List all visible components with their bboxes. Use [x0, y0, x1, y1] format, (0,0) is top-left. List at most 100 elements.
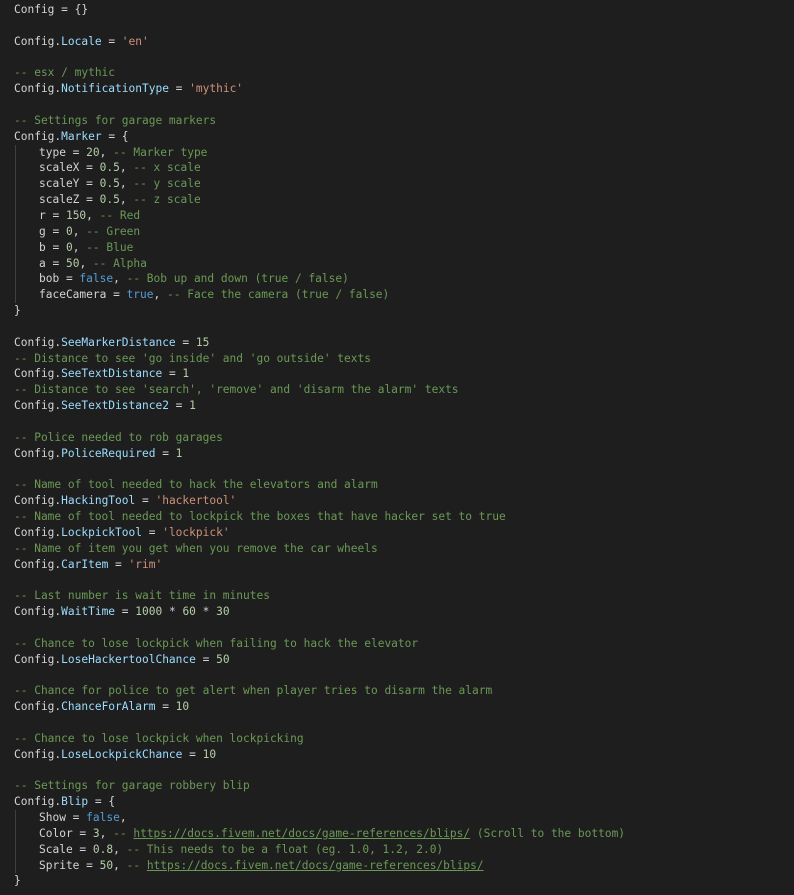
code-editor[interactable]: Config = {} Config.Locale = 'en' -- esx …: [0, 0, 794, 895]
code-line[interactable]: r = 150, -- Red: [14, 207, 794, 224]
code-line[interactable]: }: [14, 873, 794, 889]
code-line[interactable]: -- Chance for police to get alert when p…: [14, 683, 794, 699]
code-line[interactable]: Config.SeeTextDistance = 1: [14, 366, 794, 382]
code-token: -- Settings for garage robbery blip: [14, 779, 250, 793]
code-token: =: [168, 399, 190, 413]
code-line[interactable]: [14, 18, 794, 34]
code-token: Config.: [14, 525, 62, 539]
indent-guide: [15, 239, 16, 256]
code-token: 10: [202, 747, 217, 761]
code-line[interactable]: Config.HackingTool = 'hackertool': [14, 493, 794, 509]
code-line[interactable]: faceCamera = true, -- Face the camera (t…: [14, 287, 794, 304]
code-line[interactable]: [14, 572, 794, 588]
code-line[interactable]: Config.NotificationType = 'mythic': [14, 81, 794, 97]
code-line[interactable]: [14, 97, 794, 113]
code-line[interactable]: [14, 319, 794, 335]
code-line[interactable]: scaleY = 0.5, -- y scale: [14, 176, 794, 193]
code-line[interactable]: -- Name of tool needed to hack the eleva…: [14, 477, 794, 493]
code-line[interactable]: [14, 763, 794, 779]
code-token: Config.: [14, 652, 62, 666]
code-token: -- Green: [86, 224, 141, 238]
code-token: -- Name of tool needed to hack the eleva…: [14, 478, 378, 492]
code-token: Config: [14, 3, 55, 16]
code-line[interactable]: Color = 3, -- https://docs.fivem.net/doc…: [14, 825, 794, 842]
code-line[interactable]: Config.WaitTime = 1000 * 60 * 30: [14, 604, 794, 620]
code-line[interactable]: Config.SeeMarkerDistance = 15: [14, 335, 794, 351]
code-token: =: [115, 605, 136, 619]
code-token: true: [126, 288, 154, 302]
code-line[interactable]: -- Distance to see 'go inside' and 'go o…: [14, 351, 794, 367]
code-token: 'lockpick': [162, 525, 230, 539]
code-token: ,: [113, 842, 127, 856]
code-line[interactable]: -- Name of tool needed to lockpick the b…: [14, 509, 794, 525]
code-line[interactable]: -- Distance to see 'search', 'remove' an…: [14, 382, 794, 398]
code-token: bob =: [39, 272, 80, 286]
code-line[interactable]: scaleX = 0.5, -- x scale: [14, 160, 794, 177]
code-token: b =: [39, 240, 66, 254]
code-line[interactable]: -- esx / mythic: [14, 65, 794, 81]
code-line[interactable]: }: [14, 303, 794, 319]
code-token: -- Chance for police to get alert when p…: [14, 684, 493, 698]
code-line[interactable]: scaleZ = 0.5, -- z scale: [14, 192, 794, 208]
code-token: -- Settings for garage markers: [14, 113, 217, 127]
code-line[interactable]: [14, 715, 794, 731]
indent-guide: [15, 207, 16, 224]
code-token: ,: [113, 858, 127, 872]
code-token: Config.: [14, 795, 62, 809]
code-token: -- Face the camera (true / false): [167, 288, 390, 302]
code-line[interactable]: [14, 667, 794, 683]
code-token: PoliceRequired: [61, 446, 156, 460]
code-line[interactable]: -- Name of item you get when you remove …: [14, 541, 794, 557]
code-line[interactable]: Config.LoseLockpickChance = 10: [14, 747, 794, 763]
code-token: =: [108, 557, 129, 571]
code-token: 1: [182, 367, 190, 381]
code-line[interactable]: Config.LockpickTool = 'lockpick': [14, 525, 794, 541]
code-line[interactable]: [14, 461, 794, 477]
code-line[interactable]: Config.ChanceForAlarm = 10: [14, 699, 794, 715]
code-line[interactable]: type = 20, -- Marker type: [14, 144, 794, 161]
code-line[interactable]: b = 0, -- Blue: [14, 239, 794, 256]
code-line[interactable]: [14, 50, 794, 66]
code-line[interactable]: Config.Blip = {: [14, 794, 794, 810]
code-line[interactable]: Config.PoliceRequired = 1: [14, 446, 794, 462]
code-line[interactable]: Config = {}: [14, 2, 794, 18]
code-line[interactable]: -- Chance to lose lockpick when failing …: [14, 636, 794, 652]
indent-guide: [15, 176, 16, 193]
code-line[interactable]: g = 0, -- Green: [14, 223, 794, 240]
code-line[interactable]: Show = false,: [14, 810, 794, 826]
code-token: 150: [65, 208, 87, 222]
code-line[interactable]: bob = false, -- Bob up and down (true / …: [14, 271, 794, 288]
code-token: -- Bob up and down (true / false): [126, 272, 349, 286]
code-token: =: [141, 525, 163, 539]
code-line[interactable]: a = 50, -- Alpha: [14, 255, 794, 272]
code-token: =: [182, 747, 203, 761]
code-line[interactable]: -- Settings for garage markers: [14, 113, 794, 129]
code-line[interactable]: Scale = 0.8, -- This needs to be a float…: [14, 841, 794, 858]
code-line[interactable]: -- Police needed to rob garages: [14, 430, 794, 446]
code-token: 'mythic': [189, 82, 244, 96]
code-line[interactable]: Config.CarItem = 'rim': [14, 557, 794, 573]
code-token: ,: [79, 256, 93, 270]
code-line[interactable]: [14, 414, 794, 430]
code-link[interactable]: https://docs.fivem.net/docs/game-referen…: [133, 827, 470, 840]
code-line[interactable]: Config.Locale = 'en': [14, 34, 794, 50]
code-line[interactable]: [14, 620, 794, 636]
code-token: ,: [99, 145, 114, 159]
code-line[interactable]: Config.LoseHackertoolChance = 50: [14, 652, 794, 668]
code-token: 'rim': [128, 557, 163, 571]
indent-guide: [15, 144, 16, 161]
code-token: -- Alpha: [92, 256, 147, 270]
code-token: ,: [119, 177, 134, 191]
code-line[interactable]: Config.SeeTextDistance2 = 1: [14, 398, 794, 414]
code-line[interactable]: Config.Marker = {: [14, 129, 794, 145]
code-token: Config.: [14, 494, 62, 508]
code-line[interactable]: Sprite = 50, -- https://docs.fivem.net/d…: [14, 857, 794, 874]
code-token: 0.5: [99, 193, 120, 207]
code-token: CarItem: [61, 557, 109, 571]
code-line[interactable]: -- Chance to lose lockpick when lockpick…: [14, 731, 794, 747]
code-token: -- Distance to see 'search', 'remove' an…: [14, 383, 459, 397]
code-line[interactable]: -- Last number is wait time in minutes: [14, 588, 794, 604]
code-token: =: [101, 34, 122, 48]
code-line[interactable]: -- Settings for garage robbery blip: [14, 778, 794, 794]
code-link[interactable]: https://docs.fivem.net/docs/game-referen…: [147, 859, 484, 872]
